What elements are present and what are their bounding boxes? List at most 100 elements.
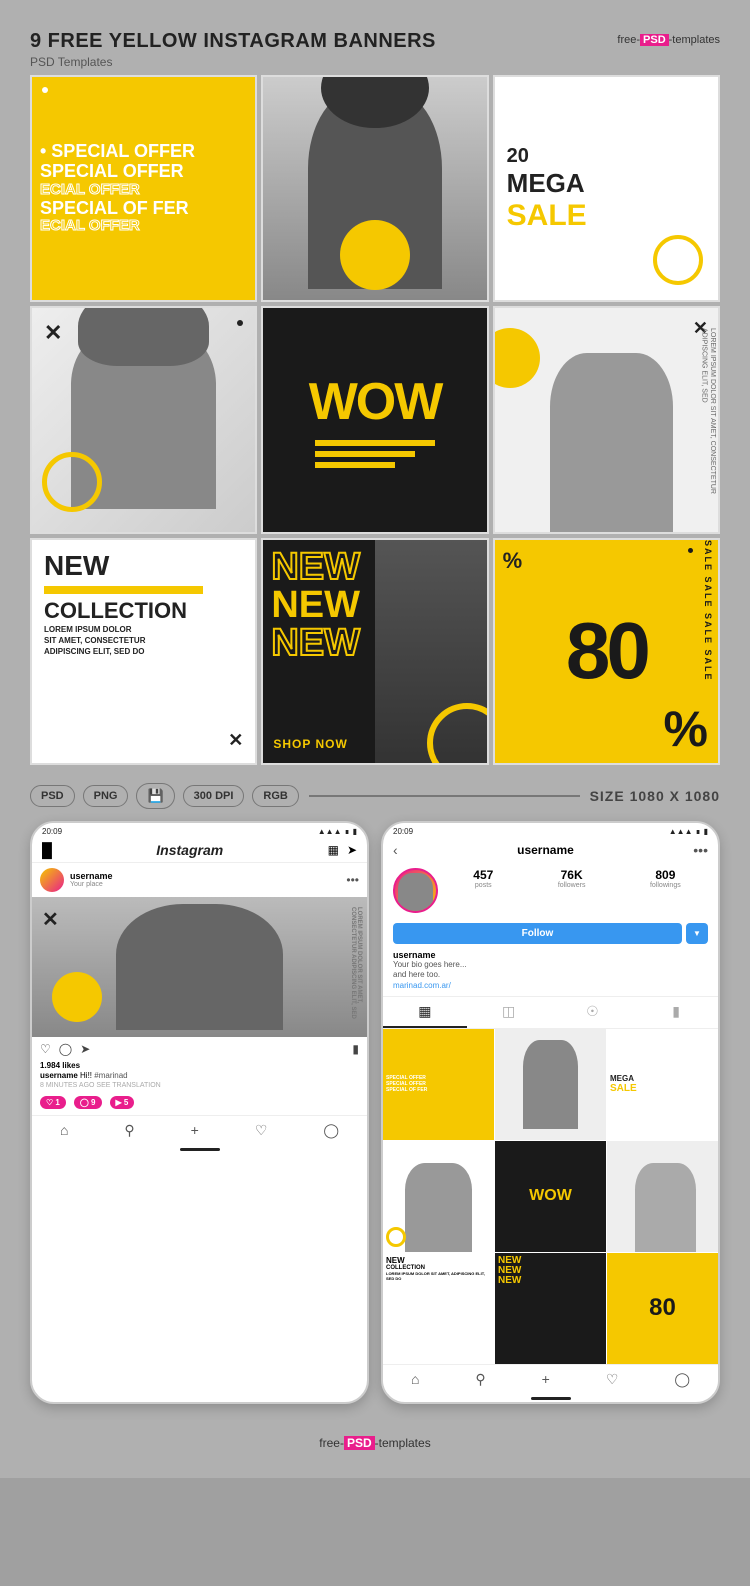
tab-saved[interactable]: ▮ (634, 997, 718, 1028)
b6-yellow-half (493, 328, 540, 388)
nav2-search-icon[interactable]: ⚲ (475, 1371, 485, 1388)
logo-text1: free- (617, 34, 640, 46)
stat-followers: 76K followers (558, 868, 586, 889)
share-icon[interactable]: ➤ (80, 1042, 90, 1056)
profile-mini-grid: SPECIAL OFFER SPECIAL OFFER SPECIAL OF F… (383, 1029, 718, 1364)
b5-line1 (315, 440, 435, 446)
caption-hashtag[interactable]: #marinad (94, 1071, 127, 1080)
b7-new: NEW (44, 550, 243, 582)
mc5-wow: WOW (529, 1187, 572, 1205)
back-arrow-icon[interactable]: ‹ (393, 842, 398, 858)
b3-top-num: 20 (507, 145, 529, 168)
dot-decoration (42, 87, 48, 93)
nav-home-icon[interactable]: ⌂ (60, 1122, 68, 1139)
send-icon[interactable]: ➤ (347, 843, 357, 857)
b4-x-mark: ✕ (44, 320, 62, 346)
badge-file: 💾 (136, 783, 174, 809)
mini-cell-8: NEW NEW NEW (495, 1253, 606, 1364)
see-translation[interactable]: SEE TRANSLATION (96, 1082, 160, 1089)
inbox-icon[interactable]: ▦ (328, 843, 339, 857)
b5-wow-text: WOW (309, 372, 442, 432)
avatar-inner (398, 873, 433, 911)
tab-grid[interactable]: ▦ (383, 997, 467, 1028)
post-image: ✕ LOREM IPSUM DOLOR SIT AMET, CONSECTETU… (32, 897, 367, 1037)
comment-icon[interactable]: ◯ (59, 1042, 72, 1056)
profile-header: ‹ username ••• (383, 838, 718, 862)
banner-fashion-model: 20 20 ✕ (261, 75, 488, 302)
status-icons-2: ▲▲▲ ∎ ▮ (669, 827, 708, 836)
so-line-5: ECIAL OFFER (40, 218, 247, 235)
status-bar-1: 20:09 ▲▲▲ ∎ ▮ (32, 823, 367, 838)
post-avatar (40, 868, 64, 892)
follow-dropdown-btn[interactable]: ▼ (686, 923, 708, 944)
nav2-heart-icon[interactable]: ♡ (606, 1371, 619, 1388)
post-username: username (70, 871, 113, 881)
post-header: username Your place ••• (32, 863, 367, 897)
logo-psd: PSD (640, 34, 669, 46)
nav-search-icon[interactable]: ⚲ (124, 1122, 134, 1139)
phone-feed-mockup: 20:09 ▲▲▲ ∎ ▮ █ Instagram ▦ ➤ username (30, 821, 369, 1404)
like-icon[interactable]: ♡ (40, 1042, 51, 1056)
stat-posts: 457 posts (473, 868, 493, 889)
stat-following: 809 followings (650, 868, 681, 889)
nav-heart-icon[interactable]: ♡ (255, 1122, 268, 1139)
header-left: 9 FREE YELLOW INSTAGRAM BANNERS PSD Temp… (30, 30, 436, 69)
mc4-person (405, 1163, 472, 1252)
mini-cell-1: SPECIAL OFFER SPECIAL OFFER SPECIAL OF F… (383, 1029, 494, 1140)
followers-label: followers (558, 882, 586, 889)
mc2-person (523, 1040, 579, 1129)
nav2-add-icon[interactable]: + (542, 1371, 550, 1388)
profile-bio: username Your bio goes here... and here … (383, 948, 718, 996)
notification-bar: ♡ 1 ◯ 9 ▶ 5 (32, 1090, 367, 1115)
b6-side-text: LOREM IPSUM DOLOR SIT AMET, CONSECTETUR … (699, 328, 716, 531)
tab-tagged[interactable]: ☉ (551, 997, 635, 1028)
banner-person-hat: ✕ (30, 306, 257, 533)
following-label: followings (650, 882, 681, 889)
post-place: Your place (70, 881, 113, 888)
page-title: 9 FREE YELLOW INSTAGRAM BANNERS (30, 30, 436, 53)
page-header: 9 FREE YELLOW INSTAGRAM BANNERS PSD Temp… (30, 30, 720, 69)
post-x-mark: ✕ (42, 907, 59, 932)
battery-icon-2: ▮ (704, 827, 708, 836)
wifi-icon-2: ∎ (696, 827, 701, 836)
mini-cell-3: MEGA SALE (607, 1029, 718, 1140)
nav-profile-icon[interactable]: ◯ (323, 1122, 339, 1139)
follow-button[interactable]: Follow (393, 923, 682, 944)
badge-rgb: RGB (252, 785, 298, 807)
mc8-new3: NEW (498, 1276, 603, 1286)
b3-mega: MEGA (507, 168, 585, 199)
mini-cell-6 (607, 1141, 718, 1252)
b8-shop-now: SHOP NOW (273, 737, 347, 751)
b7-lorem: LOREM IPSUM DOLORSIT AMET, CONSECTETURAD… (44, 624, 243, 658)
b9-dot (688, 548, 693, 553)
b5-lines (315, 440, 435, 468)
banner-special-offer: • SPECIAL OFFER SPECIAL OFFER ECIAL OFFE… (30, 75, 257, 302)
home-indicator-1 (180, 1148, 220, 1151)
nav-add-icon[interactable]: + (191, 1122, 199, 1139)
badges-size-row: PSD PNG 💾 300 DPI RGB SIZE 1080 X 1080 (30, 783, 720, 809)
tab-list[interactable]: ◫ (467, 997, 551, 1028)
nav2-home-icon[interactable]: ⌂ (411, 1371, 419, 1388)
banner-new-collection: NEW COLLECTION LOREM IPSUM DOLORSIT AMET… (30, 538, 257, 765)
footer-logo-text2: -templates (375, 1436, 431, 1450)
posts-label: posts (473, 882, 493, 889)
time-2: 20:09 (393, 827, 413, 836)
caption-username: username (40, 1071, 78, 1080)
post-more-btn[interactable]: ••• (346, 873, 359, 887)
post-actions: ♡ ◯ ➤ ▮ (32, 1037, 367, 1061)
site-logo: free-PSD-templates (617, 34, 720, 46)
time-1: 20:09 (42, 827, 62, 836)
mini-cell-5: WOW (495, 1141, 606, 1252)
bio-link[interactable]: marinad.com.ar/ (393, 981, 708, 990)
nav2-profile-icon[interactable]: ◯ (674, 1371, 690, 1388)
caption-text: Hi!! (80, 1071, 94, 1080)
bio-username: username (393, 950, 708, 960)
signal-icon-2: ▲▲▲ (669, 827, 693, 836)
mc7-new: NEW (386, 1256, 491, 1265)
followers-count: 76K (558, 868, 586, 882)
badge-png: PNG (83, 785, 129, 807)
status-icons-1: ▲▲▲ ∎ ▮ (318, 827, 357, 836)
profile-more-btn[interactable]: ••• (693, 842, 708, 858)
bookmark-icon[interactable]: ▮ (352, 1042, 359, 1056)
b9-eighty: 80 (566, 605, 647, 697)
